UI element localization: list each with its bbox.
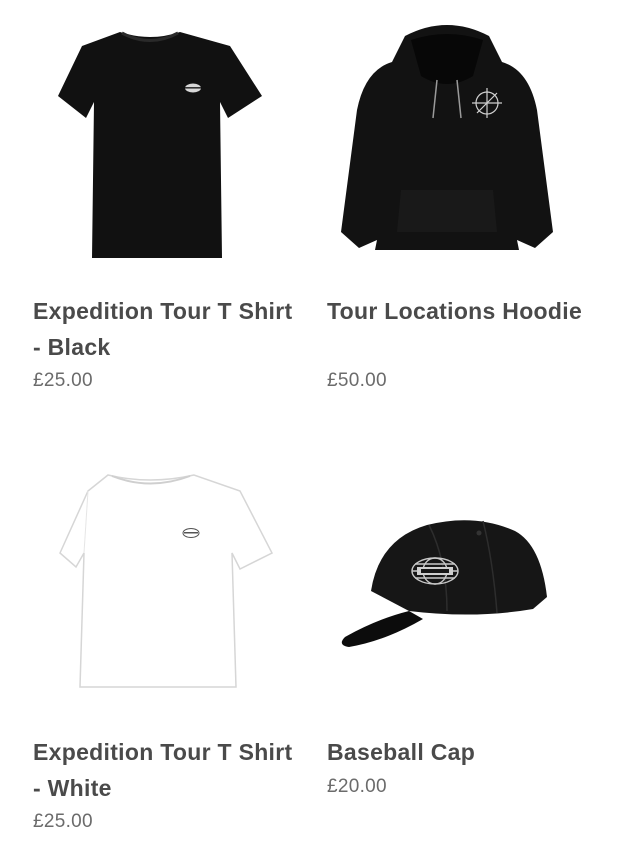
product-name[interactable]: Tour Locations Hoodie: [327, 293, 589, 329]
product-price: £25.00: [33, 370, 93, 391]
product-grid: Expedition Tour T Shirt - Black £25.00 T…: [0, 0, 621, 846]
product-price: £25.00: [33, 811, 93, 832]
black-cap-image[interactable]: [297, 441, 597, 721]
black-tshirt-image[interactable]: [0, 0, 300, 280]
product-name[interactable]: Expedition Tour T Shirt - Black: [33, 293, 295, 365]
product-price: £20.00: [327, 776, 387, 797]
product-name[interactable]: Baseball Cap: [327, 734, 589, 770]
product-name[interactable]: Expedition Tour T Shirt - White: [33, 734, 295, 806]
product-price: £50.00: [327, 370, 387, 391]
black-hoodie-image[interactable]: [297, 0, 597, 280]
white-tshirt-image[interactable]: [0, 441, 300, 721]
